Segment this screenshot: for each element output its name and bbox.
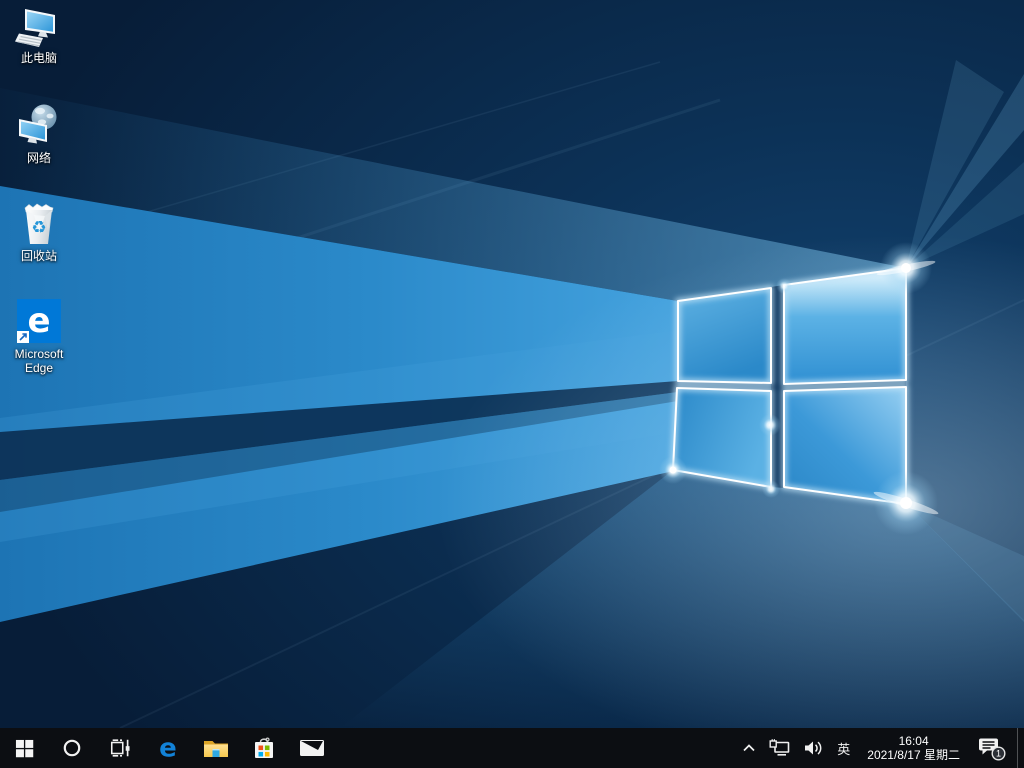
desktop-icon-label: 此电脑 xyxy=(20,51,57,65)
desktop-icon-network[interactable]: 网络 xyxy=(1,102,77,165)
microsoft-edge-icon: e xyxy=(159,735,177,761)
search-button[interactable] xyxy=(48,728,96,768)
tray-clock[interactable]: 16:04 2021/8/17 星期二 xyxy=(858,728,969,768)
desktop-icon-label: 网络 xyxy=(26,151,51,165)
speaker-volume-icon xyxy=(805,741,822,755)
taskbar: e 英 16:04 2021/8/17 星期二 1 xyxy=(0,728,1024,768)
notification-badge-count: 1 xyxy=(996,748,1001,758)
recycle-bin-icon: ♻ xyxy=(24,203,54,244)
taskbar-file-explorer-button[interactable] xyxy=(192,728,240,768)
file-explorer-icon xyxy=(204,741,228,757)
ethernet-network-icon xyxy=(769,738,790,756)
language-label: 英 xyxy=(837,741,851,757)
taskbar-mail-button[interactable] xyxy=(288,728,336,768)
desktop-icon-microsoft-edge[interactable]: e Microsoft Edge xyxy=(1,298,77,375)
windows-start-icon xyxy=(15,739,33,757)
this-pc-icon xyxy=(15,9,55,47)
start-button[interactable] xyxy=(0,728,48,768)
wallpaper xyxy=(0,0,1024,728)
desktop-icon-label: 回收站 xyxy=(20,249,57,263)
action-center-button[interactable]: 1 xyxy=(969,728,1017,768)
desktop-icon-this-pc[interactable]: 此电脑 xyxy=(1,6,77,65)
task-view-button[interactable] xyxy=(96,728,144,768)
svg-text:♻: ♻ xyxy=(31,218,46,238)
system-tray: 英 16:04 2021/8/17 星期二 1 xyxy=(735,728,1024,768)
svg-text:e: e xyxy=(27,301,50,341)
desktop: 此电脑 网络 ♻ 回收站 e Microsoft Edge xyxy=(0,0,1024,728)
task-view-icon xyxy=(110,739,130,757)
desktop-icon-label: Microsoft Edge xyxy=(14,347,64,375)
mail-icon xyxy=(300,740,324,756)
desktop-icon-recycle-bin[interactable]: ♻ 回收站 xyxy=(1,202,77,263)
tray-show-hidden-icons[interactable] xyxy=(735,728,763,768)
notification-icon: 1 xyxy=(979,738,1006,761)
show-desktop-button[interactable] xyxy=(1017,728,1024,768)
network-icon xyxy=(19,104,57,144)
tray-volume[interactable] xyxy=(798,728,829,768)
search-circle-icon xyxy=(63,739,81,757)
svg-text:e: e xyxy=(159,735,177,761)
tray-language-indicator[interactable]: 英 xyxy=(829,728,858,768)
taskbar-microsoft-edge-button[interactable]: e xyxy=(144,728,192,768)
microsoft-edge-shortcut-icon: e xyxy=(17,299,61,343)
microsoft-store-icon xyxy=(255,737,273,758)
clock-date: 2021/8/17 星期二 xyxy=(867,748,960,762)
tray-network[interactable] xyxy=(763,728,798,768)
taskbar-microsoft-store-button[interactable] xyxy=(240,728,288,768)
clock-time: 16:04 xyxy=(898,734,929,748)
chevron-up-icon xyxy=(743,744,755,752)
